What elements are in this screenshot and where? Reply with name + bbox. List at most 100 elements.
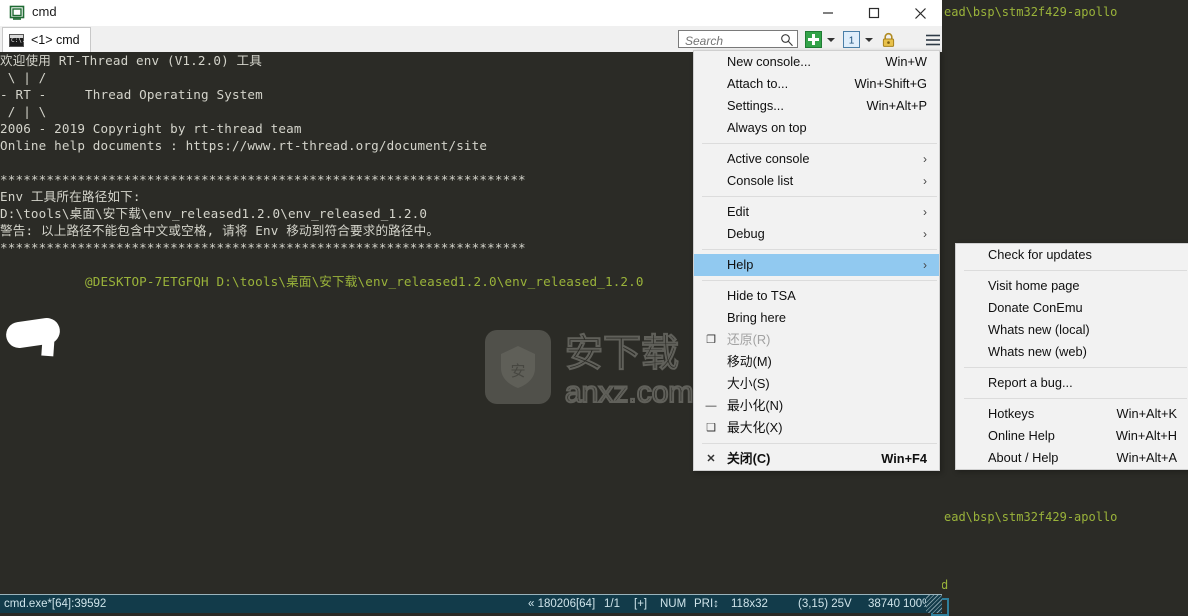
menu-item-bring-here[interactable]: Bring here: [694, 307, 939, 329]
chevron-right-icon: ›: [923, 174, 927, 188]
menu-item-console-list[interactable]: Console list ›: [694, 170, 939, 192]
menu-item-hotkeys[interactable]: Hotkeys Win+Alt+K: [956, 403, 1188, 425]
menu-item-label: Attach to...: [727, 76, 789, 91]
active-console-button[interactable]: 1: [843, 31, 860, 48]
search-box[interactable]: [678, 30, 798, 49]
restore-icon: ❐: [706, 334, 716, 346]
console-line: ****************************************…: [0, 240, 526, 255]
menu-item-check-for-updates[interactable]: Check for updates: [956, 244, 1188, 266]
conemu-icon: [9, 5, 25, 21]
chevron-down-icon: [827, 37, 835, 42]
menu-item-label: Visit home page: [988, 278, 1080, 293]
menu-item-online-help[interactable]: Online Help Win+Alt+H: [956, 425, 1188, 447]
svg-text:安下载: 安下载: [565, 331, 679, 375]
background-console-line: ead\bsp\stm32f429-apollo: [944, 5, 1118, 19]
close-icon: ✕: [706, 453, 716, 465]
minimize-button[interactable]: [805, 0, 851, 26]
status-tabs: 1/1: [604, 598, 620, 610]
menu-item-label: About / Help: [988, 450, 1059, 465]
status-bar: cmd.exe*[64]:39592 « 180206[64] 1/1 [+] …: [0, 594, 942, 613]
menu-item-whats-new-web[interactable]: Whats new (web): [956, 341, 1188, 363]
new-console-dropdown[interactable]: [825, 31, 837, 48]
menu-item-label: 关闭(C): [727, 451, 771, 466]
menu-item-maximize[interactable]: ❑ 最大化(X): [694, 417, 939, 439]
menu-item-close[interactable]: ✕ 关闭(C) Win+F4: [694, 448, 939, 470]
menu-item-edit[interactable]: Edit ›: [694, 201, 939, 223]
menu-item-label: Hotkeys: [988, 406, 1035, 421]
minimize-icon: —: [705, 400, 717, 412]
site-watermark: 安 安下载 anxz.com: [483, 324, 698, 420]
menu-item-move[interactable]: 移动(M): [694, 351, 939, 373]
menu-item-donate-conemu[interactable]: Donate ConEmu: [956, 297, 1188, 319]
menu-item-label: Whats new (web): [988, 344, 1087, 359]
menu-item-label: Check for updates: [988, 247, 1092, 262]
console-line: Env 工具所在路径如下:: [0, 189, 141, 204]
help-submenu: Check for updates Visit home page Donate…: [955, 243, 1188, 470]
menu-item-accel: Win+Alt+K: [1116, 406, 1177, 421]
window-title: cmd: [32, 4, 57, 19]
menu-item-new-console[interactable]: New console... Win+W: [694, 51, 939, 73]
active-console-dropdown[interactable]: [863, 31, 875, 48]
menu-item-visit-home-page[interactable]: Visit home page: [956, 275, 1188, 297]
console-line: ****************************************…: [0, 172, 526, 187]
new-console-button[interactable]: [805, 31, 822, 48]
menu-item-label: Help: [727, 257, 754, 272]
resize-grip[interactable]: [926, 595, 942, 613]
menu-item-settings[interactable]: Settings... Win+Alt+P: [694, 95, 939, 117]
console-line: 欢迎使用 RT-Thread env (V1.2.0) 工具: [0, 53, 263, 68]
menu-item-minimize[interactable]: — 最小化(N): [694, 395, 939, 417]
system-menu-button[interactable]: [925, 31, 941, 48]
menu-item-label: Donate ConEmu: [988, 300, 1083, 315]
close-button[interactable]: [897, 0, 943, 26]
menu-item-label: Report a bug...: [988, 375, 1073, 390]
maximize-button[interactable]: [851, 0, 897, 26]
maximize-icon: ❑: [706, 422, 716, 434]
svg-text:anxz.com: anxz.com: [565, 376, 693, 409]
background-console-line: d: [941, 578, 949, 592]
status-size: 118x32: [731, 598, 768, 610]
menu-item-about-help[interactable]: About / Help Win+Alt+A: [956, 447, 1188, 469]
menu-item-label: 最大化(X): [727, 420, 783, 435]
console-line: D:\tools\桌面\安下载\env_released1.2.0\env_re…: [0, 206, 428, 221]
always-on-top-button[interactable]: [881, 31, 896, 48]
console-line: 2006 - 2019 Copyright by rt-thread team: [0, 121, 302, 136]
menu-item-hide-to-tsa[interactable]: Hide to TSA: [694, 285, 939, 307]
console-line: \ | /: [0, 70, 47, 85]
console-icon: [9, 33, 25, 47]
menu-item-label: Debug: [727, 226, 765, 241]
tab-label: <1> cmd: [31, 33, 80, 47]
chevron-right-icon: ›: [923, 152, 927, 166]
menu-item-label: 移动(M): [727, 354, 772, 369]
menu-item-active-console[interactable]: Active console ›: [694, 148, 939, 170]
menu-separator: [964, 270, 1187, 271]
menu-separator: [702, 143, 937, 144]
menu-item-whats-new-local[interactable]: Whats new (local): [956, 319, 1188, 341]
menu-item-label: Hide to TSA: [727, 288, 796, 303]
menu-item-debug[interactable]: Debug ›: [694, 223, 939, 245]
menu-item-always-on-top[interactable]: Always on top: [694, 117, 939, 139]
menu-separator: [702, 196, 937, 197]
console-prompt-line: @DESKTOP-7ETGFQH D:\tools\桌面\安下载\env_rel…: [0, 274, 644, 289]
title-bar: cmd: [0, 0, 942, 26]
redaction-mark-tail: [41, 335, 55, 357]
menu-item-attach-to[interactable]: Attach to... Win+Shift+G: [694, 73, 939, 95]
menu-item-label: New console...: [727, 54, 811, 69]
menu-item-size[interactable]: 大小(S): [694, 373, 939, 395]
menu-separator: [702, 249, 937, 250]
chevron-right-icon: ›: [923, 227, 927, 241]
menu-item-label: Edit: [727, 204, 750, 219]
tab-cmd-1[interactable]: <1> cmd: [2, 27, 91, 52]
menu-separator: [702, 280, 937, 281]
menu-item-report-a-bug[interactable]: Report a bug...: [956, 372, 1188, 394]
status-priority: PRI↕: [694, 598, 719, 610]
status-insert: [+]: [634, 598, 648, 610]
search-input[interactable]: [683, 32, 779, 49]
status-cursor: (3,15) 25V: [798, 598, 852, 610]
menu-item-label: Console list: [727, 173, 794, 188]
svg-text:1: 1: [849, 36, 855, 47]
menu-item-help[interactable]: Help ›: [694, 254, 939, 276]
menu-separator: [702, 443, 937, 444]
svg-text:安: 安: [510, 362, 525, 380]
status-process: cmd.exe*[64]:39592: [4, 598, 107, 610]
menu-separator: [964, 367, 1187, 368]
